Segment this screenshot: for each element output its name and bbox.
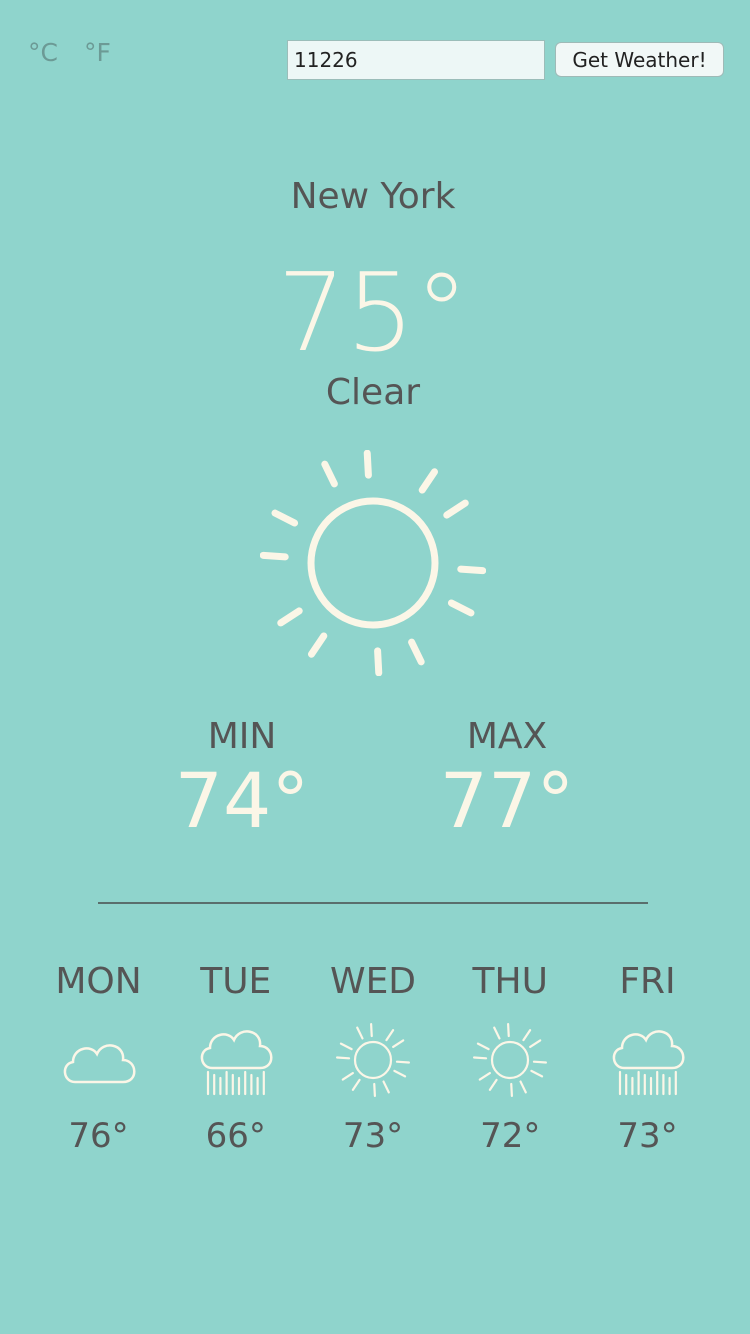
day-name: FRI: [619, 961, 676, 1002]
fahrenheit-toggle[interactable]: °F: [84, 38, 111, 67]
forecast-day: MON 76°: [30, 960, 167, 1158]
celsius-toggle[interactable]: °C: [28, 38, 58, 67]
day-temperature: 66°: [205, 1116, 266, 1156]
rain-cloud-icon: [200, 1030, 273, 1096]
day-temperature: 76°: [68, 1116, 129, 1156]
min-label: MIN: [207, 716, 277, 757]
forecast-day: WED 73°: [305, 960, 442, 1158]
forecast-day: TUE 66°: [167, 960, 304, 1158]
forecast-day: FRI 73°: [579, 960, 716, 1158]
day-name: TUE: [200, 961, 272, 1002]
unit-toggle: °C °F: [28, 38, 111, 67]
sun-icon: [473, 1022, 548, 1098]
get-weather-button[interactable]: Get Weather!: [555, 42, 724, 77]
sun-icon: [260, 450, 486, 676]
zip-input[interactable]: [287, 40, 545, 80]
max-temperature-block: MAX 77°: [407, 716, 607, 844]
min-value: 74°: [174, 756, 310, 845]
forecast-day: THU 72°: [442, 960, 579, 1158]
day-temperature: 73°: [617, 1116, 678, 1156]
day-temperature: 72°: [480, 1116, 541, 1156]
min-temperature-block: MIN 74°: [142, 716, 342, 844]
max-value: 77°: [439, 756, 575, 845]
city-name: New York: [290, 176, 456, 217]
current-temperature: 75°: [277, 251, 469, 376]
rain-cloud-icon: [612, 1030, 684, 1096]
weather-condition: Clear: [325, 372, 421, 413]
sun-icon: [335, 1022, 411, 1098]
divider: [98, 902, 648, 904]
day-temperature: 73°: [342, 1116, 404, 1156]
cloud-icon: [63, 1044, 135, 1084]
day-name: WED: [329, 961, 417, 1002]
forecast-row: MON 76° TUE 66° WED 73° THU 72° FRI 73°: [30, 960, 716, 1158]
day-name: THU: [472, 961, 548, 1002]
day-name: MON: [55, 961, 142, 1002]
max-label: MAX: [466, 716, 548, 757]
